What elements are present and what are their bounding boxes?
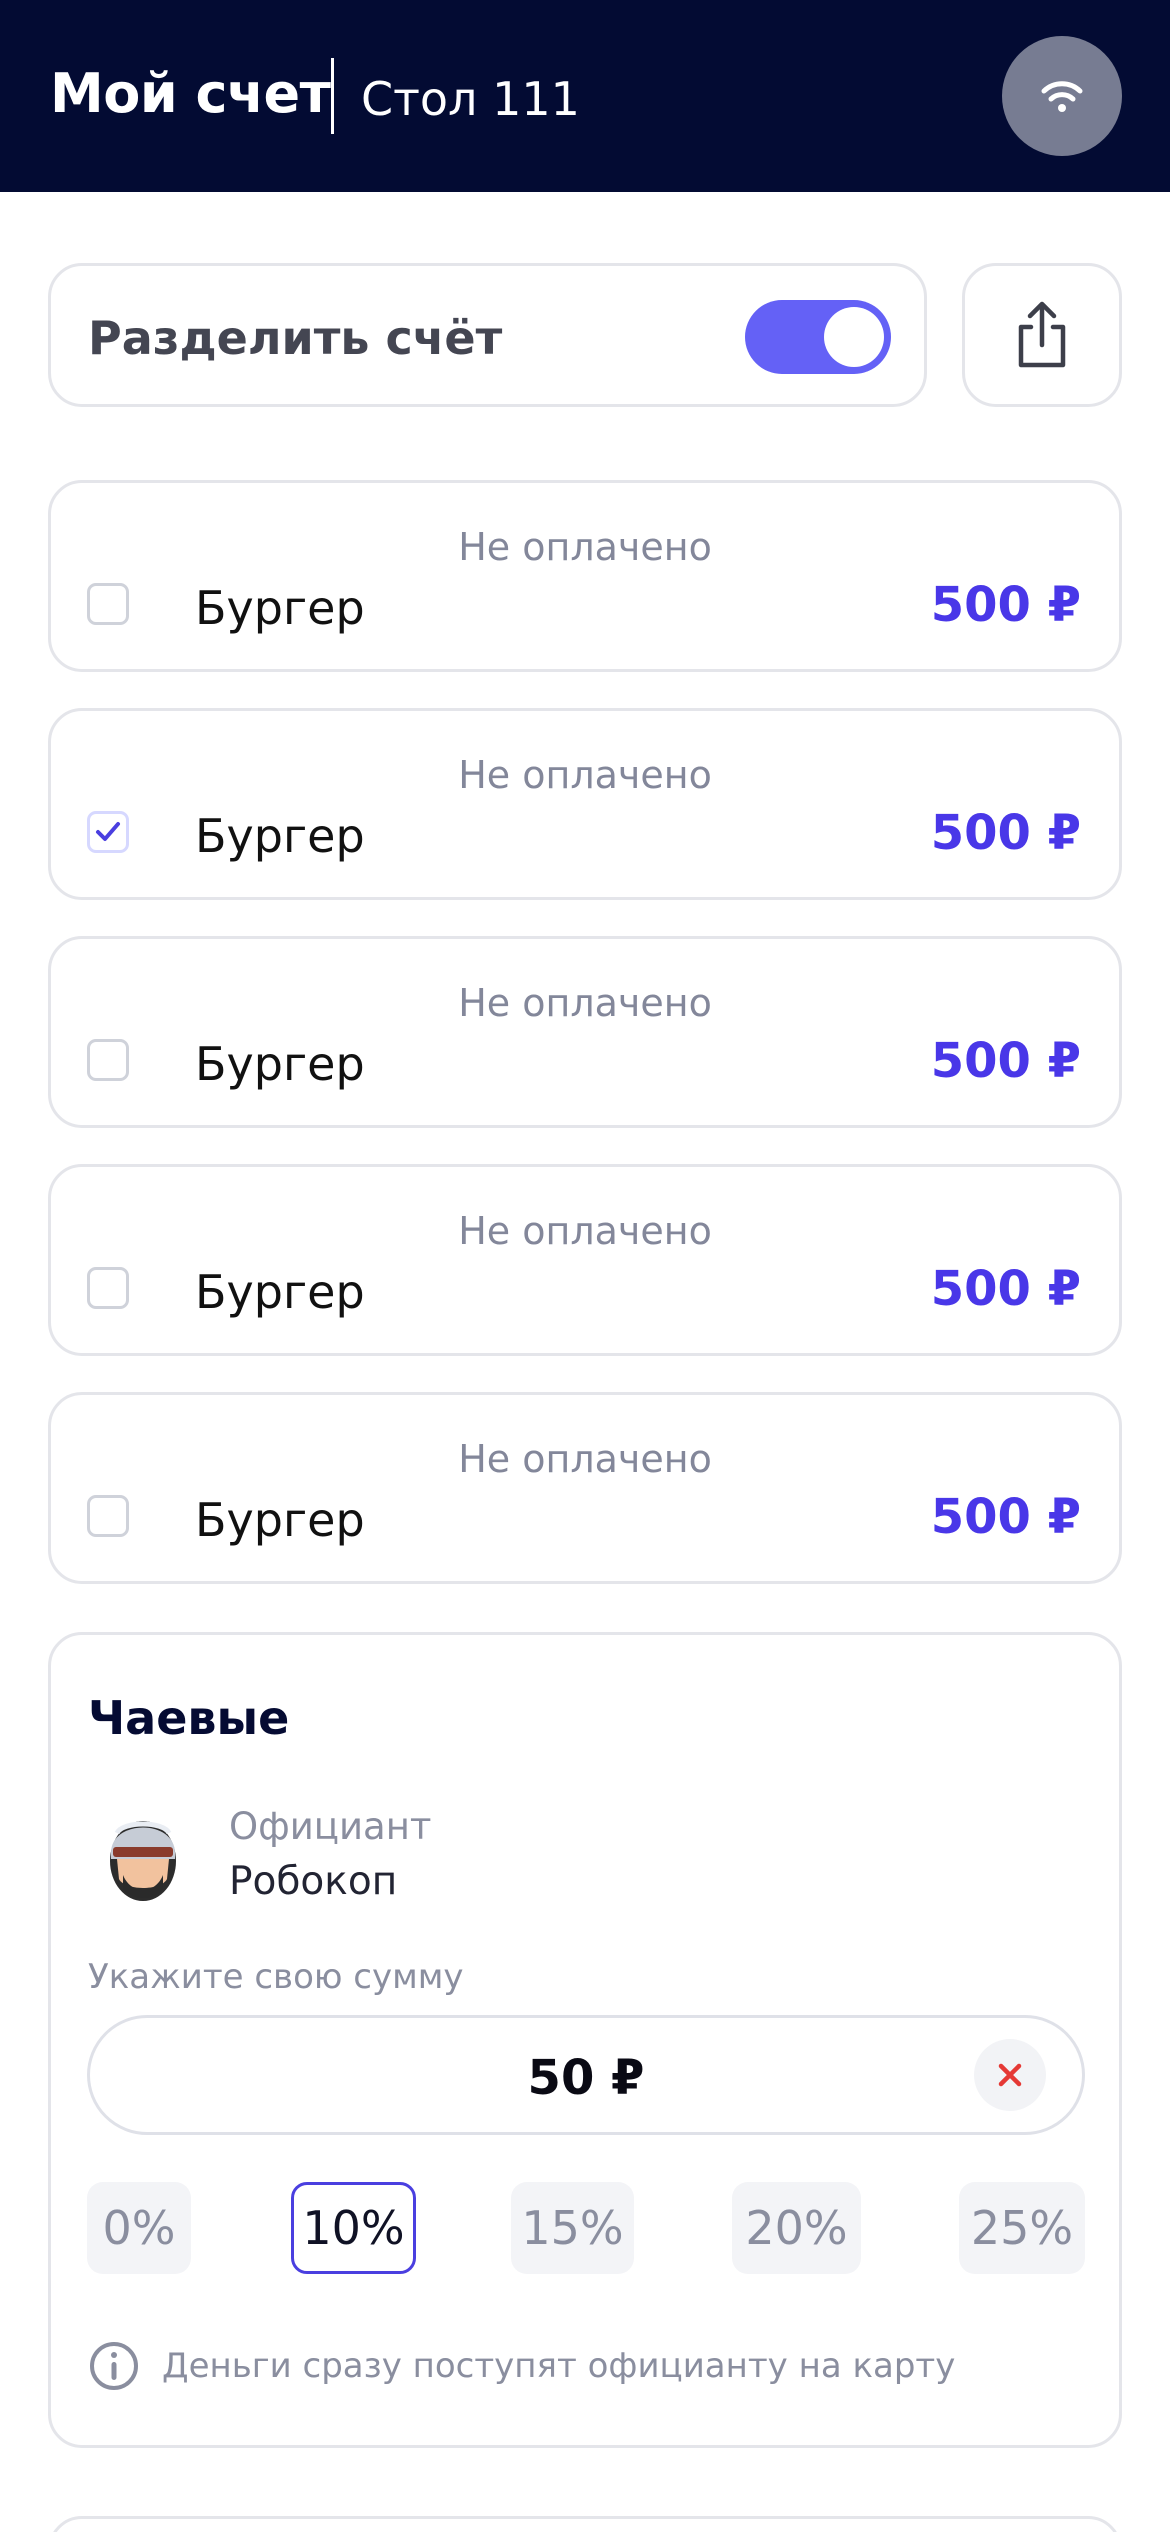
item-status: Не оплачено: [458, 1209, 712, 1253]
waiter-avatar: [110, 1821, 176, 1901]
tip-option-0[interactable]: 0%: [87, 2182, 191, 2274]
list-item[interactable]: Не оплачено Бургер 500 ₽: [48, 936, 1122, 1128]
share-icon: [1018, 301, 1066, 368]
tip-info-text: Деньги сразу поступят официанту на карту: [162, 2346, 956, 2386]
top-bar: Мой счет Стол 111: [0, 0, 1170, 192]
close-icon: [998, 2063, 1022, 2087]
item-name: Бургер: [195, 581, 365, 635]
waiter-role: Официант: [229, 1805, 432, 1848]
item-price: 500 ₽: [930, 1033, 1081, 1089]
item-price: 500 ₽: [930, 1261, 1081, 1317]
table-number: Стол 111: [361, 72, 580, 126]
item-name: Бургер: [195, 1493, 365, 1547]
item-checkbox[interactable]: [87, 1039, 129, 1081]
item-price: 500 ₽: [930, 805, 1081, 861]
list-item[interactable]: Не оплачено Бургер 500 ₽: [48, 708, 1122, 900]
item-status: Не оплачено: [458, 753, 712, 797]
title-divider: [331, 58, 334, 134]
tip-option-15[interactable]: 15%: [511, 2182, 634, 2274]
clear-amount-button[interactable]: [974, 2039, 1046, 2111]
amount-label: Укажите свою сумму: [88, 1957, 464, 1997]
item-checkbox[interactable]: [87, 583, 129, 625]
split-bill-toggle[interactable]: [745, 300, 891, 374]
list-item[interactable]: Не оплачено Бургер 500 ₽: [48, 1164, 1122, 1356]
tips-card: Чаевые Официант Робокоп Укажите свою сум…: [48, 1632, 1122, 2448]
waiter-name: Робокоп: [229, 1859, 398, 1904]
item-status: Не оплачено: [458, 981, 712, 1025]
wifi-button[interactable]: [1002, 36, 1122, 156]
tip-amount-value: 50 ₽: [527, 2050, 645, 2106]
tip-option-10[interactable]: 10%: [291, 2182, 416, 2274]
page-title: Мой счет: [50, 62, 331, 125]
toggle-knob: [824, 307, 884, 367]
item-name: Бургер: [195, 1037, 365, 1091]
item-status: Не оплачено: [458, 525, 712, 569]
checkmark-icon: [96, 822, 120, 841]
tip-option-25[interactable]: 25%: [959, 2182, 1085, 2274]
next-card: [48, 2516, 1122, 2532]
tip-option-20[interactable]: 20%: [732, 2182, 861, 2274]
item-price: 500 ₽: [930, 577, 1081, 633]
item-checkbox[interactable]: [87, 811, 129, 853]
list-item[interactable]: Не оплачено Бургер 500 ₽: [48, 480, 1122, 672]
item-name: Бургер: [195, 809, 365, 863]
info-icon: [90, 2342, 138, 2390]
tips-title: Чаевые: [88, 1691, 290, 1745]
split-bill-label: Разделить счёт: [88, 311, 503, 365]
wifi-icon: [1041, 81, 1083, 112]
item-price: 500 ₽: [930, 1489, 1081, 1545]
list-item[interactable]: Не оплачено Бургер 500 ₽: [48, 1392, 1122, 1584]
split-bill-card: Разделить счёт: [48, 263, 927, 407]
item-checkbox[interactable]: [87, 1495, 129, 1537]
item-status: Не оплачено: [458, 1437, 712, 1481]
share-button[interactable]: [962, 263, 1122, 407]
item-name: Бургер: [195, 1265, 365, 1319]
tip-info: Деньги сразу поступят официанту на карту: [88, 2338, 955, 2394]
tip-amount-input[interactable]: 50 ₽: [87, 2015, 1085, 2135]
item-checkbox[interactable]: [87, 1267, 129, 1309]
